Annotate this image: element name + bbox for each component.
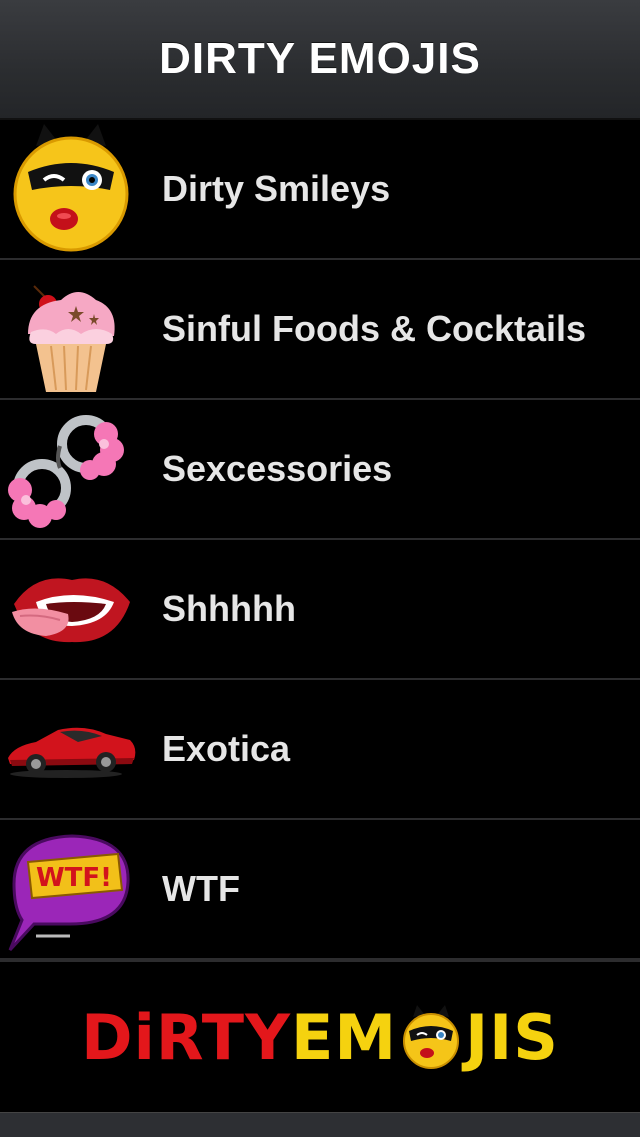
- list-item-sinful-foods[interactable]: Sinful Foods & Cocktails: [0, 260, 640, 400]
- app-logo: DiRTY EM JIS: [81, 1001, 559, 1074]
- sports-car-icon: [6, 684, 136, 814]
- bottom-toolbar: [0, 1112, 640, 1137]
- cupcake-icon: [6, 264, 136, 394]
- list-item-shhhhh[interactable]: Shhhhh: [0, 540, 640, 680]
- logo-text-jis: JIS: [465, 1000, 559, 1074]
- list-item-label: Sinful Foods & Cocktails: [162, 308, 587, 349]
- svg-text:WTF!: WTF!: [36, 863, 112, 893]
- logo-text-dirty: DiRTY: [81, 1000, 291, 1074]
- winking-smiley-icon: [6, 124, 136, 254]
- page-title: DIRTY EMOJIS: [159, 34, 481, 83]
- logo-smiley-icon: [403, 1005, 460, 1069]
- list-item-sexcessories[interactable]: Sexcessories: [0, 400, 640, 540]
- list-item-label: Exotica: [162, 728, 291, 769]
- list-item-wtf[interactable]: WTF! WTF: [0, 820, 640, 960]
- list-item-exotica[interactable]: Exotica: [0, 680, 640, 820]
- nav-bar: DIRTY EMOJIS: [0, 0, 640, 120]
- list-item-label: Dirty Smileys: [162, 168, 391, 209]
- list-item-label: WTF: [162, 868, 240, 909]
- category-list: Dirty Smileys Sinful Foods & Cocktails S…: [0, 120, 640, 960]
- logo-text-em: EM: [291, 1000, 398, 1074]
- list-item-dirty-smileys[interactable]: Dirty Smileys: [0, 120, 640, 260]
- furry-handcuffs-icon: [6, 404, 136, 534]
- list-item-label: Sexcessories: [162, 448, 393, 489]
- wtf-speech-bubble-icon: WTF!: [6, 824, 136, 954]
- footer-logo-area: DiRTY EM JIS: [0, 960, 640, 1112]
- list-item-label: Shhhhh: [162, 588, 296, 629]
- lips-tongue-icon: [6, 544, 136, 674]
